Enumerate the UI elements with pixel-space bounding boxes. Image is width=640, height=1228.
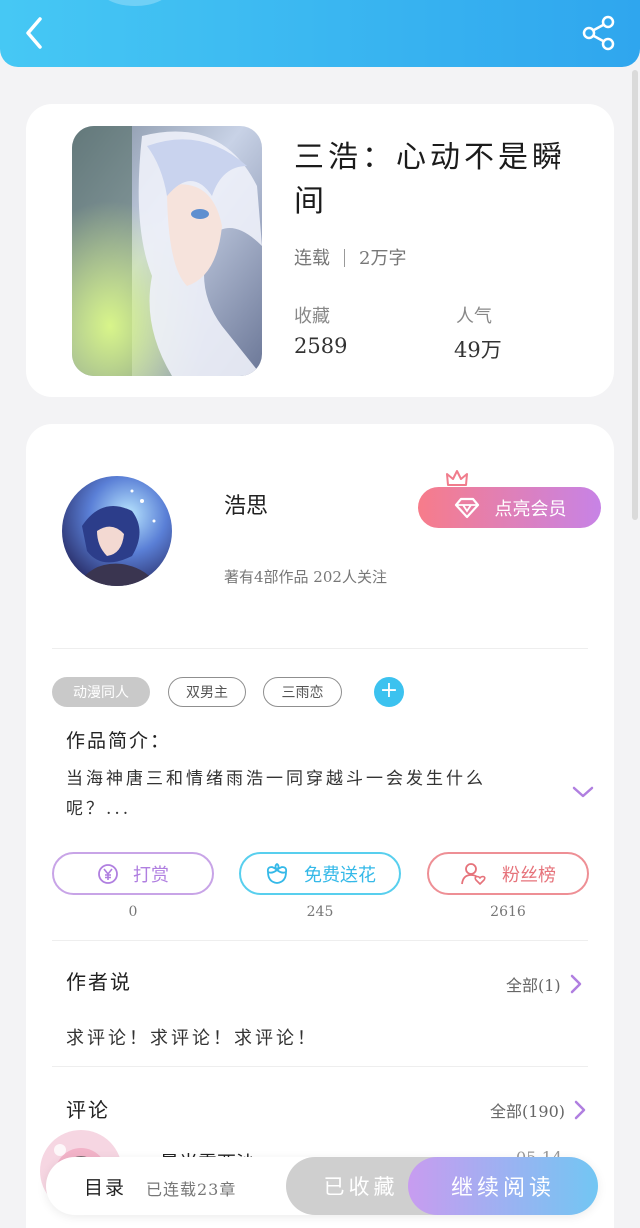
yen-icon <box>97 863 119 885</box>
meta-separator <box>344 249 345 267</box>
continue-reading-button[interactable]: 继续阅读 <box>408 1157 598 1215</box>
book-info-card: 三浩：心动不是瞬间 连载 2万字 收藏 2589 人气 49万 <box>26 104 614 397</box>
comments-more-link[interactable]: 全部(190) <box>490 1098 587 1122</box>
author-say-text: 求评论！求评论！求评论！ <box>66 1028 318 1049</box>
page-scrollbar[interactable] <box>632 70 638 520</box>
crown-icon <box>446 470 468 486</box>
add-tag-button[interactable]: + <box>374 677 404 707</box>
flower-icon <box>264 862 290 886</box>
share-button[interactable] <box>580 14 620 52</box>
popularity-value: 49万 <box>454 338 502 362</box>
intro-heading: 作品简介： <box>66 730 172 752</box>
book-meta: 连载 2万字 <box>294 244 406 270</box>
book-word-count: 2万字 <box>359 248 407 269</box>
reward-button[interactable]: 打赏 <box>52 852 214 895</box>
intro-text: 当海神唐三和情绪雨浩一同穿越斗一会发生什么呢？... <box>66 769 486 819</box>
author-subtitle: 著有4部作品 202人关注 <box>224 568 387 586</box>
popularity-label: 人气 <box>456 306 492 327</box>
divider <box>52 648 588 649</box>
send-flower-label: 免费送花 <box>304 864 376 886</box>
share-icon <box>582 15 615 51</box>
collect-value: 2589 <box>294 334 348 358</box>
reward-count: 0 <box>128 904 138 920</box>
fan-ranking-button[interactable]: 粉丝榜 <box>427 852 589 895</box>
book-title: 三浩：心动不是瞬间 <box>294 140 566 219</box>
chevron-right-icon <box>570 974 581 994</box>
avatar-illustration <box>62 476 172 586</box>
divider <box>52 940 588 941</box>
header-decoration <box>100 0 170 6</box>
plus-icon: + <box>379 678 399 703</box>
vip-button[interactable]: 点亮会员 <box>418 487 601 528</box>
reward-label: 打赏 <box>133 864 169 886</box>
diamond-icon <box>454 497 479 518</box>
author-say-title: 作者说 <box>66 970 132 994</box>
comments-title: 评论 <box>66 1098 110 1122</box>
top-header <box>0 0 640 67</box>
author-name[interactable]: 浩思 <box>224 488 268 520</box>
fan-count: 2616 <box>490 904 526 920</box>
back-button[interactable] <box>18 14 54 52</box>
table-of-contents-button[interactable]: 目录 <box>84 1173 126 1200</box>
tag-item[interactable]: 三雨恋 <box>263 677 342 707</box>
fan-ranking-label: 粉丝榜 <box>502 864 556 886</box>
back-arrow-icon <box>26 17 42 49</box>
cover-illustration <box>72 126 262 376</box>
chevron-right-icon <box>574 1100 586 1120</box>
collect-label: 收藏 <box>294 306 330 327</box>
book-cover-image[interactable] <box>72 126 262 376</box>
divider <box>52 1066 588 1067</box>
tag-item[interactable]: 双男主 <box>168 677 246 707</box>
bottom-action-bar: 目录 已连载23章 已收藏 继续阅读 <box>46 1157 598 1215</box>
book-status: 连载 <box>294 248 330 269</box>
author-avatar[interactable] <box>62 476 172 586</box>
send-flower-button[interactable]: 免费送花 <box>239 852 401 895</box>
chapter-count: 已连载23章 <box>146 1180 237 1199</box>
tag-item[interactable]: 动漫同人 <box>52 677 150 707</box>
author-say-more-link[interactable]: 全部(1) <box>506 972 583 996</box>
author-say-more-label: 全部(1) <box>506 976 561 995</box>
comments-more-label: 全部(190) <box>490 1102 566 1121</box>
book-detail-card: 浩思 著有4部作品 202人关注 点亮会员 动漫同人 双男主 三雨恋 + 作品简… <box>26 424 614 1228</box>
chevron-down-icon[interactable] <box>571 784 595 800</box>
fan-icon <box>460 862 488 886</box>
flower-count: 245 <box>306 904 334 920</box>
vip-button-label: 点亮会员 <box>494 498 567 520</box>
